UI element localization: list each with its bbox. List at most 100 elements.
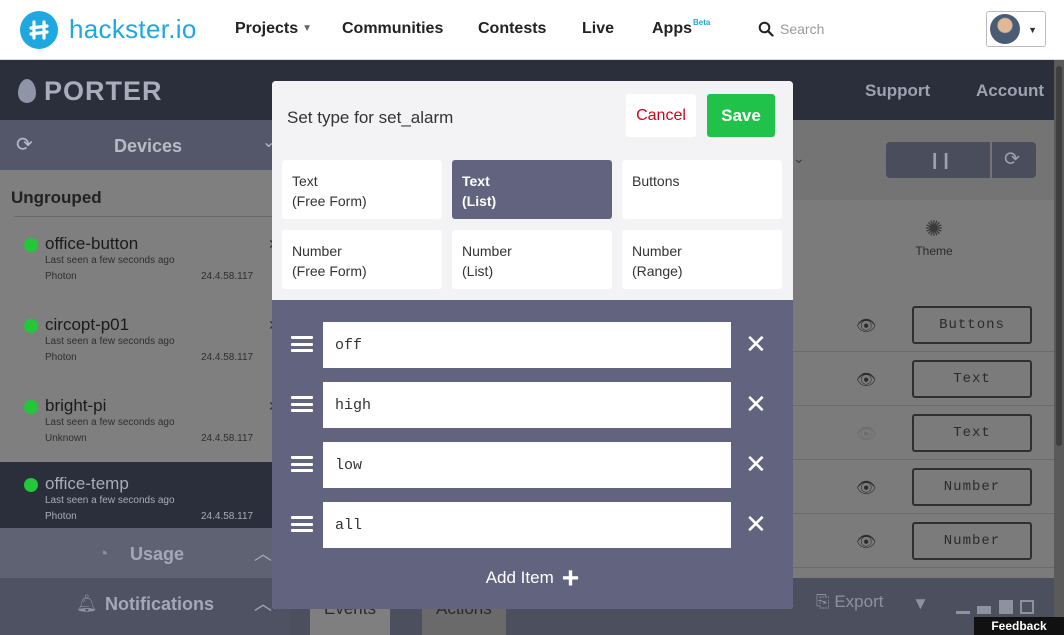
usage-label: Usage xyxy=(130,544,185,564)
list-item-input[interactable] xyxy=(323,322,731,368)
hackster-logo-icon[interactable] xyxy=(20,11,58,49)
device-sidebar: ⟳ Devices ⌄ Ungrouped office-button Last… xyxy=(0,120,290,635)
device-item-bright-pi[interactable]: bright-pi Last seen a few seconds ago Un… xyxy=(0,384,290,464)
minimize-icon xyxy=(956,611,970,614)
type-option-sublabel: (Range) xyxy=(632,263,683,279)
list-item: ✕ xyxy=(272,382,793,428)
device-name: bright-pi xyxy=(45,396,107,415)
page-scrollbar[interactable] xyxy=(1054,60,1064,635)
remove-icon[interactable]: ✕ xyxy=(745,330,767,358)
type-option-label: Number xyxy=(462,243,512,259)
device-kind: Unknown xyxy=(45,433,87,444)
gauge-icon: ◔ xyxy=(98,544,109,563)
type-option-label: Text xyxy=(462,173,490,189)
type-button[interactable]: Buttons xyxy=(912,306,1032,344)
type-option-text-free-form[interactable]: Text (Free Form) xyxy=(282,160,442,219)
eye-icon[interactable]: 👁︎ xyxy=(856,532,876,552)
eye-icon[interactable]: 👁︎ xyxy=(856,478,876,498)
nav-live[interactable]: Live xyxy=(582,20,614,38)
device-name: office-temp xyxy=(45,474,129,493)
type-option-text-list[interactable]: Text (List) xyxy=(452,160,612,219)
nav-projects-label: Projects xyxy=(235,20,299,37)
search-input[interactable] xyxy=(780,14,900,44)
add-item-label: Add Item xyxy=(485,568,554,587)
drag-handle-icon[interactable] xyxy=(291,396,313,412)
eye-icon[interactable]: 👁︎ xyxy=(856,424,876,444)
usage-panel-toggle[interactable]: ◔ Usage ︿ xyxy=(0,528,290,578)
nav-apps[interactable]: AppsBeta xyxy=(652,18,711,38)
bell-icon: 🔔︎ xyxy=(76,594,98,613)
feedback-button[interactable]: Feedback xyxy=(974,617,1064,635)
device-ip: 24.4.58.117 xyxy=(201,433,254,444)
theme-button[interactable]: ✺ Theme xyxy=(914,216,954,258)
porter-drop-icon xyxy=(18,79,36,103)
export-label: Export xyxy=(834,592,884,611)
support-link[interactable]: Support xyxy=(865,81,930,101)
type-option-label: Number xyxy=(632,243,682,259)
add-item-button[interactable]: Add Item + xyxy=(272,562,793,596)
device-item-circopt-p01[interactable]: circopt-p01 Last seen a few seconds ago … xyxy=(0,303,290,383)
device-name: office-button xyxy=(45,234,139,253)
view-toggle[interactable] xyxy=(956,596,1037,614)
drag-handle-icon[interactable] xyxy=(291,336,313,352)
reload-button[interactable]: ⟳ xyxy=(992,142,1036,178)
device-last-seen: Last seen a few seconds ago xyxy=(45,336,175,347)
remove-icon[interactable]: ✕ xyxy=(745,390,767,418)
list-item-input[interactable] xyxy=(323,382,731,428)
online-status-dot xyxy=(24,400,38,414)
device-item-office-button[interactable]: office-button Last seen a few seconds ag… xyxy=(0,222,290,302)
pause-icon: ❙❙ xyxy=(928,152,953,169)
caret-down-icon: ▼ xyxy=(302,23,313,35)
type-option-number-free-form[interactable]: Number (Free Form) xyxy=(282,230,442,289)
modal-title: Set type for set_alarm xyxy=(287,108,454,127)
type-option-buttons[interactable]: Buttons xyxy=(622,160,782,219)
type-option-number-range[interactable]: Number (Range) xyxy=(622,230,782,289)
type-option-label: Buttons xyxy=(632,173,680,189)
refresh-icon[interactable]: ⟳ xyxy=(16,132,33,157)
device-last-seen: Last seen a few seconds ago xyxy=(45,495,175,506)
search-icon[interactable] xyxy=(758,21,774,42)
type-button[interactable]: Text xyxy=(912,360,1032,398)
notifications-label: Notifications xyxy=(105,594,215,614)
refresh-icon: ⟳ xyxy=(1004,149,1020,170)
online-status-dot xyxy=(24,478,38,492)
nav-projects[interactable]: Projects ▼ xyxy=(235,20,312,38)
chevron-down-icon[interactable]: ⌄ xyxy=(793,150,805,167)
eye-icon[interactable]: 👁︎ xyxy=(856,316,876,336)
site-logo-text[interactable]: hackster.io xyxy=(69,14,197,45)
remove-icon[interactable]: ✕ xyxy=(745,510,767,538)
chevron-up-icon: ︿ xyxy=(254,544,272,564)
type-option-sublabel: (Free Form) xyxy=(292,263,367,279)
user-menu-button[interactable]: ▼ xyxy=(986,11,1046,47)
porter-logo[interactable]: PORTER xyxy=(18,76,163,107)
notifications-panel-toggle[interactable]: 🔔︎ Notifications ︿ xyxy=(0,578,290,635)
remove-icon[interactable]: ✕ xyxy=(745,450,767,478)
cancel-button[interactable]: Cancel xyxy=(626,94,696,137)
pause-button[interactable]: ❙❙ xyxy=(886,142,990,178)
drag-handle-icon[interactable] xyxy=(291,516,313,532)
save-button[interactable]: Save xyxy=(707,94,775,137)
eye-icon[interactable]: 👁︎ xyxy=(856,370,876,390)
nav-communities[interactable]: Communities xyxy=(342,20,443,38)
export-button[interactable]: ⎘ Export xyxy=(816,592,883,612)
device-ip: 24.4.58.117 xyxy=(201,352,254,363)
type-button[interactable]: Text xyxy=(912,414,1032,452)
scrollbar-thumb[interactable] xyxy=(1056,66,1062,446)
account-link[interactable]: Account xyxy=(976,81,1044,101)
beta-badge: Beta xyxy=(693,18,711,27)
drag-handle-icon[interactable] xyxy=(291,456,313,472)
type-option-label: Text xyxy=(292,173,318,189)
device-last-seen: Last seen a few seconds ago xyxy=(45,255,175,266)
type-button[interactable]: Number xyxy=(912,468,1032,506)
nav-contests[interactable]: Contests xyxy=(478,20,546,38)
device-kind: Photon xyxy=(45,511,77,522)
filter-icon[interactable]: ▼ xyxy=(912,594,929,614)
type-option-number-list[interactable]: Number (List) xyxy=(452,230,612,289)
type-option-label: Number xyxy=(292,243,342,259)
half-view-icon xyxy=(977,606,992,614)
device-ip: 24.4.58.117 xyxy=(201,511,254,522)
list-item-input[interactable] xyxy=(323,442,731,488)
set-type-modal: Set type for set_alarm Cancel Save Text … xyxy=(272,81,793,609)
type-button[interactable]: Number xyxy=(912,522,1032,560)
list-item-input[interactable] xyxy=(323,502,731,548)
